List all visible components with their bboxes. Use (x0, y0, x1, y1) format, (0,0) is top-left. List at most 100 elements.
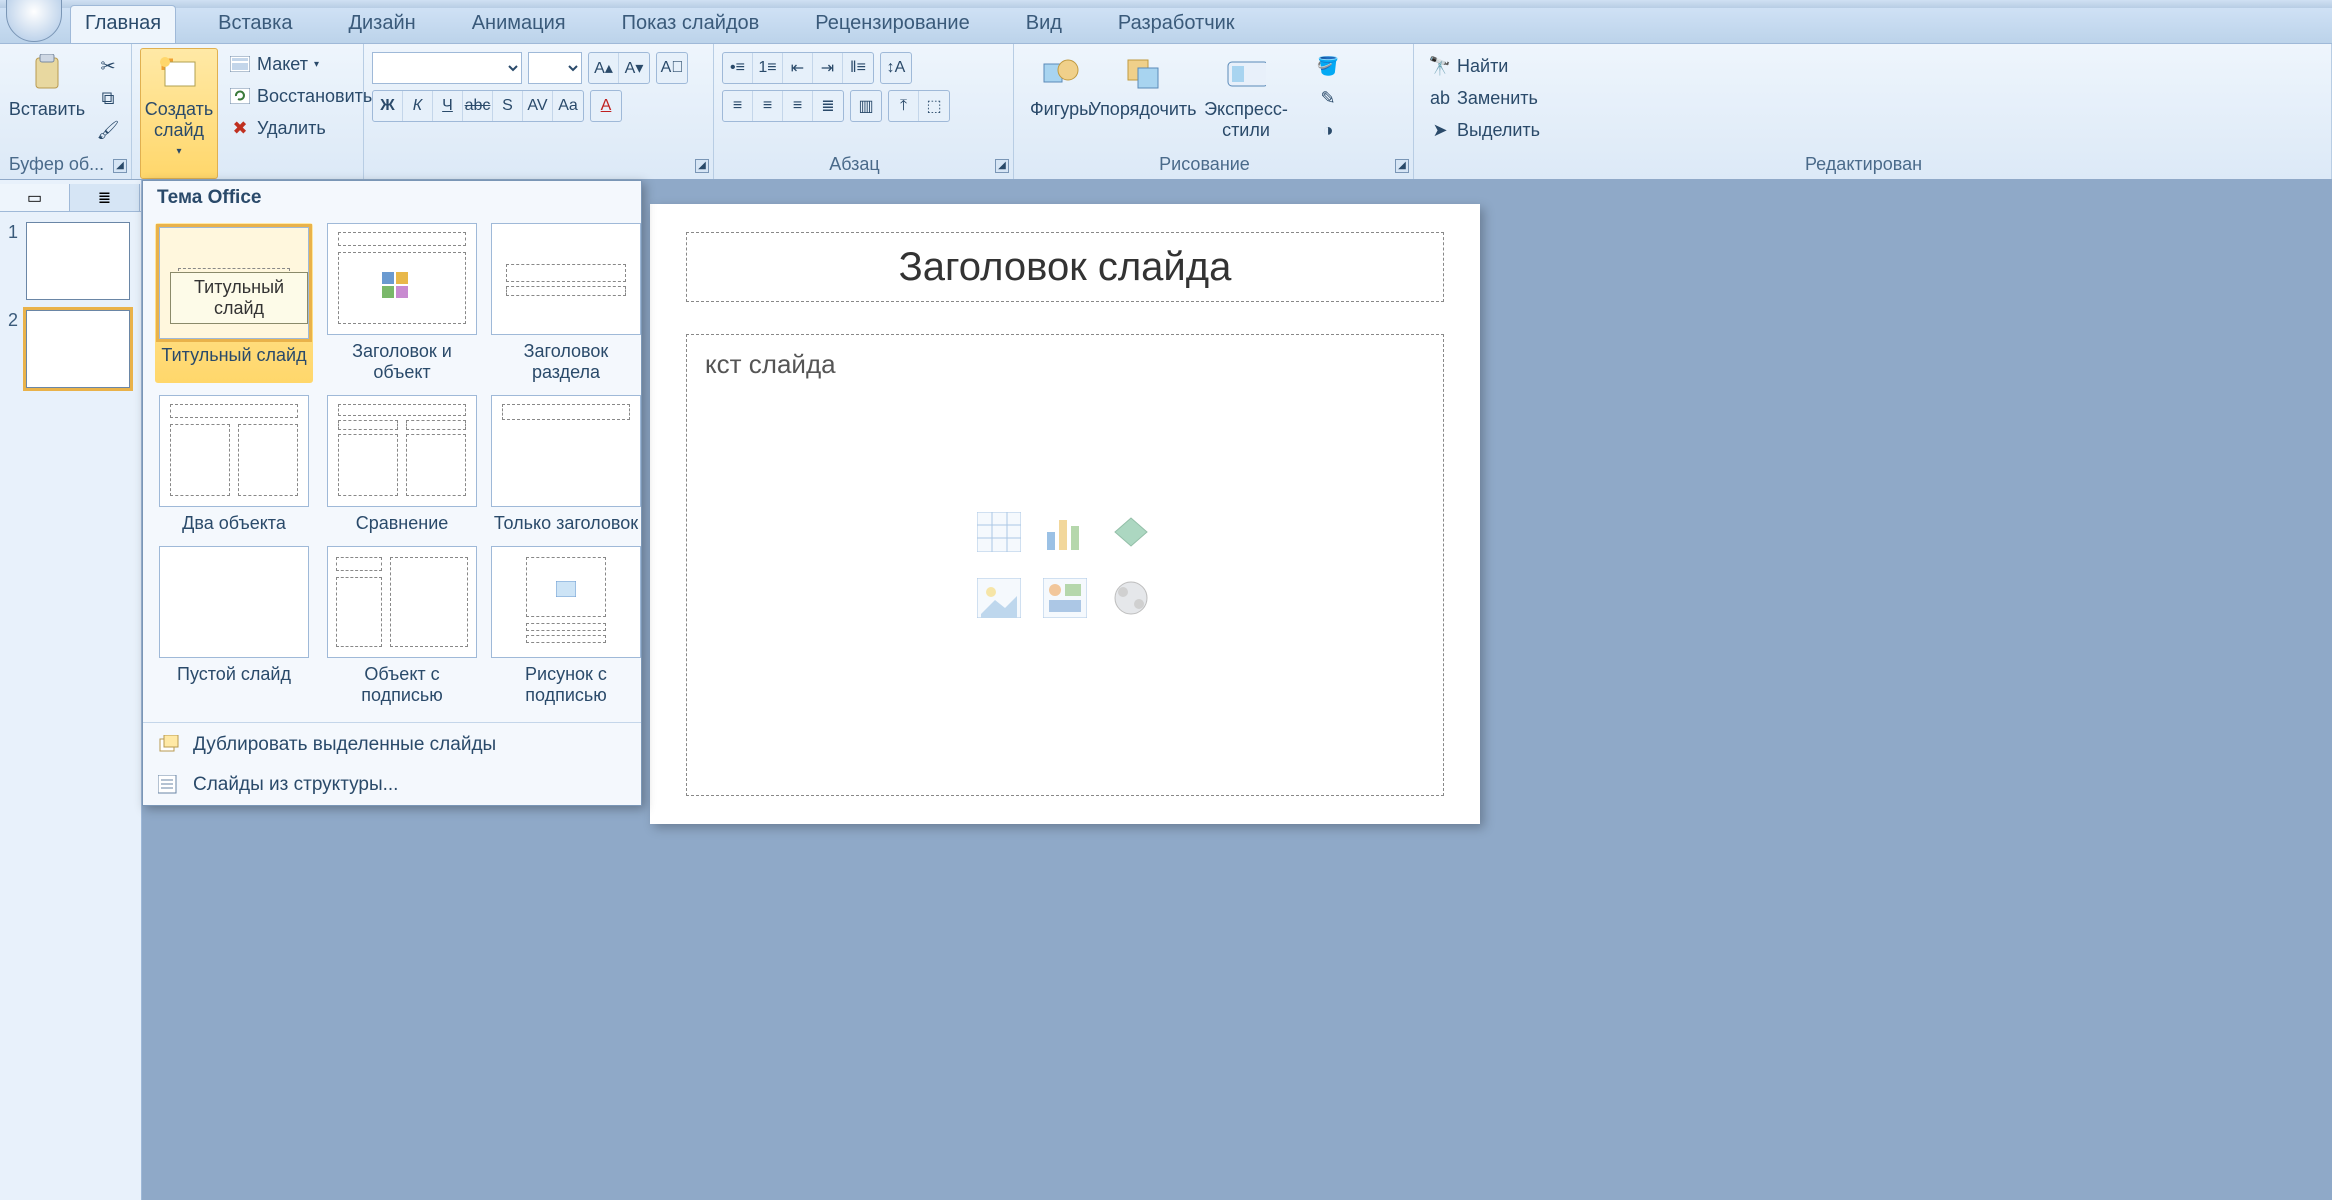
insert-chart-icon[interactable] (1037, 504, 1093, 560)
layout-label: Рисунок с подписью (491, 664, 641, 706)
new-slide-button[interactable]: Создать слайд ▾ (140, 48, 218, 179)
slides-tab[interactable]: ▭ (0, 184, 70, 211)
change-case-button[interactable]: Aa (553, 91, 583, 121)
find-button[interactable]: 🔭 Найти (1422, 52, 2323, 80)
delete-icon: ✖ (229, 117, 251, 139)
align-right-button[interactable]: ≡ (783, 91, 813, 121)
tab-animation[interactable]: Анимация (458, 6, 580, 43)
group-clipboard-label: Буфер об... (0, 154, 113, 175)
paragraph-dialog-launcher[interactable]: ◢ (995, 159, 1009, 173)
styles-label: Экспресс-стили (1193, 99, 1299, 140)
slides-from-outline-item[interactable]: Слайды из структуры... (143, 765, 641, 805)
duplicate-slides-item[interactable]: Дублировать выделенные слайды (143, 725, 641, 765)
bullets-button[interactable]: •≡ (723, 53, 753, 83)
group-slides: Создать слайд ▾ Макет ▾ Восстановить ✖ У… (132, 44, 364, 179)
shape-effects-button[interactable]: ◑ (1310, 116, 1346, 144)
font-family-select[interactable] (372, 52, 522, 84)
layout-title-only[interactable]: Только заголовок (491, 395, 641, 534)
tab-review[interactable]: Рецензирование (801, 6, 983, 43)
smartart-button[interactable]: ⬚ (919, 91, 949, 121)
cut-button[interactable]: ✂ (90, 52, 126, 80)
shadow-button[interactable]: S (493, 91, 523, 121)
tab-design[interactable]: Дизайн (334, 6, 429, 43)
layout-blank[interactable]: Пустой слайд (155, 546, 313, 706)
shape-fill-button[interactable]: 🪣 (1310, 52, 1346, 80)
tab-insert[interactable]: Вставка (204, 6, 306, 43)
group-editing-label: Редактирован (1414, 154, 2313, 175)
effects-icon: ◑ (1317, 119, 1339, 141)
shape-outline-button[interactable]: ✎ (1310, 84, 1346, 112)
outline-tab[interactable]: ≣ (70, 184, 140, 211)
popup-theme-title: Тема Office (143, 181, 641, 215)
insert-smartart-icon[interactable] (1103, 504, 1159, 560)
columns-button[interactable]: ▥ (851, 91, 881, 121)
underline-button[interactable]: Ч (433, 91, 463, 121)
layout-comparison[interactable]: Сравнение (327, 395, 477, 534)
group-editing: 🔭 Найти ab Заменить ➤ Выделить Редактиро… (1414, 44, 2332, 179)
font-color-button[interactable]: A (591, 91, 621, 121)
content-placeholder[interactable]: кст слайда (686, 334, 1444, 796)
clipboard-dialog-launcher[interactable]: ◢ (113, 159, 127, 173)
indent-button[interactable]: ⇥ (813, 53, 843, 83)
select-button[interactable]: ➤ Выделить (1422, 116, 2323, 144)
thumbnail-1[interactable]: 1 (8, 222, 133, 300)
layout-label: Два объекта (155, 513, 313, 534)
content-placeholder-text: кст слайда (705, 349, 1425, 380)
layout-section-header[interactable]: Заголовок раздела (491, 223, 641, 383)
insert-picture-icon[interactable] (971, 570, 1027, 626)
bold-button[interactable]: Ж (373, 91, 403, 121)
layout-title-slide[interactable]: Титульный слайд Титульный слайд (155, 223, 313, 383)
tab-home[interactable]: Главная (70, 5, 176, 43)
layout-two-content[interactable]: Два объекта (155, 395, 313, 534)
layout-content-caption[interactable]: Объект с подписью (327, 546, 477, 706)
slide-canvas[interactable]: Заголовок слайда кст слайда (650, 204, 1480, 824)
content-insert-icons (971, 504, 1159, 626)
tab-slideshow[interactable]: Показ слайдов (608, 6, 774, 43)
paste-label: Вставить (9, 99, 85, 120)
char-spacing-button[interactable]: AV (523, 91, 553, 121)
thumbnail-2[interactable]: 2 (8, 310, 133, 388)
line-spacing-button[interactable]: ‖≡ (843, 53, 873, 83)
font-dialog-launcher[interactable]: ◢ (695, 159, 709, 173)
tab-developer[interactable]: Разработчик (1104, 6, 1249, 43)
outdent-button[interactable]: ⇤ (783, 53, 813, 83)
format-painter-button[interactable]: 🖌 (90, 116, 126, 144)
replace-button[interactable]: ab Заменить (1422, 84, 2323, 112)
outline-label: Слайды из структуры... (193, 774, 398, 796)
new-slide-gallery-popup: Тема Office Титульный слайд Титульный сл… (142, 180, 642, 806)
copy-button[interactable]: ⧉ (90, 84, 126, 112)
thumbnail-preview (26, 222, 130, 300)
italic-button[interactable]: К (403, 91, 433, 121)
bucket-icon: 🪣 (1317, 55, 1339, 77)
chevron-down-icon: ▾ (314, 59, 319, 70)
layout-picture-caption[interactable]: Рисунок с подписью (491, 546, 641, 706)
justify-button[interactable]: ≣ (813, 91, 843, 121)
layout-title-content[interactable]: Заголовок и объект (327, 223, 477, 383)
arrange-icon (1123, 53, 1163, 93)
group-drawing-label: Рисование (1014, 154, 1395, 175)
reset-button[interactable]: Восстановить (222, 82, 379, 110)
group-clipboard: Вставить ✂ ⧉ 🖌 Буфер об... ◢ (0, 44, 132, 179)
panel-view-tabs: ▭ ≣ (0, 184, 141, 212)
font-size-select[interactable] (528, 52, 582, 84)
layout-label: Только заголовок (491, 513, 641, 534)
layout-label: Макет (257, 54, 308, 75)
layout-button[interactable]: Макет ▾ (222, 50, 379, 78)
clear-format-button[interactable]: A⃠ (657, 53, 687, 83)
strike-button[interactable]: abc (463, 91, 493, 121)
align-left-button[interactable]: ≡ (723, 91, 753, 121)
text-direction-button[interactable]: ↕A (881, 53, 911, 83)
shrink-font-button[interactable]: A▾ (619, 53, 649, 83)
align-center-button[interactable]: ≡ (753, 91, 783, 121)
title-placeholder[interactable]: Заголовок слайда (686, 232, 1444, 302)
replace-label: Заменить (1457, 88, 1538, 109)
delete-button[interactable]: ✖ Удалить (222, 114, 379, 142)
insert-media-icon[interactable] (1103, 570, 1159, 626)
grow-font-button[interactable]: A▴ (589, 53, 619, 83)
insert-table-icon[interactable] (971, 504, 1027, 560)
tab-view[interactable]: Вид (1012, 6, 1076, 43)
drawing-dialog-launcher[interactable]: ◢ (1395, 159, 1409, 173)
align-text-button[interactable]: ⤒ (889, 91, 919, 121)
numbering-button[interactable]: 1≡ (753, 53, 783, 83)
insert-clipart-icon[interactable] (1037, 570, 1093, 626)
